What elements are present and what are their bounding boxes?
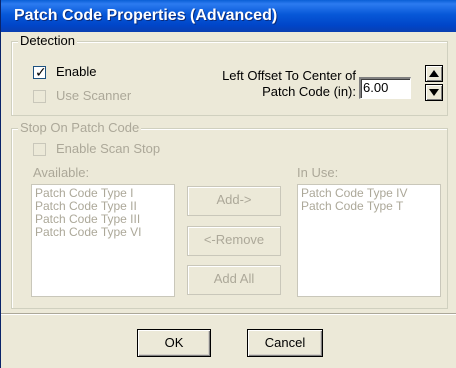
available-listbox[interactable]: Patch Code Type I Patch Code Type II Pat… xyxy=(31,184,175,297)
enable-scan-stop-label[interactable]: Enable Scan Stop xyxy=(56,141,160,157)
list-item[interactable]: Patch Code Type T xyxy=(301,200,437,213)
enable-scan-stop-checkbox[interactable] xyxy=(33,143,46,156)
enable-label[interactable]: Enable xyxy=(56,64,96,80)
arrow-down-icon xyxy=(429,89,439,96)
offset-spin-up-button[interactable] xyxy=(425,65,443,82)
offset-input[interactable]: 6.00 xyxy=(359,77,411,99)
cancel-button[interactable]: Cancel xyxy=(247,329,323,357)
ok-button[interactable]: OK xyxy=(137,329,211,357)
list-item[interactable]: Patch Code Type VI xyxy=(35,226,171,239)
arrow-up-icon xyxy=(429,70,439,77)
use-scanner-checkbox[interactable] xyxy=(33,90,46,103)
offset-label-line1: Left Offset To Center of xyxy=(222,68,356,83)
offset-spin-down-button[interactable] xyxy=(425,84,443,101)
detection-legend: Detection xyxy=(18,33,77,48)
use-scanner-label[interactable]: Use Scanner xyxy=(56,88,131,104)
checkmark-icon: ✓ xyxy=(35,64,47,80)
add-all-button[interactable]: Add All xyxy=(187,265,281,295)
available-label: Available: xyxy=(33,165,90,180)
window-title: Patch Code Properties (Advanced) xyxy=(14,7,278,24)
add-button[interactable]: Add-> xyxy=(187,186,281,216)
stop-legend: Stop On Patch Code xyxy=(18,120,142,135)
title-bar[interactable]: Patch Code Properties (Advanced) xyxy=(1,0,456,32)
enable-checkbox[interactable]: ✓ xyxy=(33,64,47,80)
in-use-label: In Use: xyxy=(297,165,339,180)
footer-separator xyxy=(1,313,456,315)
offset-label-line2: Patch Code (in): xyxy=(262,84,356,99)
in-use-listbox[interactable]: Patch Code Type IV Patch Code Type T xyxy=(297,184,441,297)
patch-code-properties-dialog: Patch Code Properties (Advanced) Detecti… xyxy=(0,0,456,368)
remove-button[interactable]: <-Remove xyxy=(187,226,281,256)
